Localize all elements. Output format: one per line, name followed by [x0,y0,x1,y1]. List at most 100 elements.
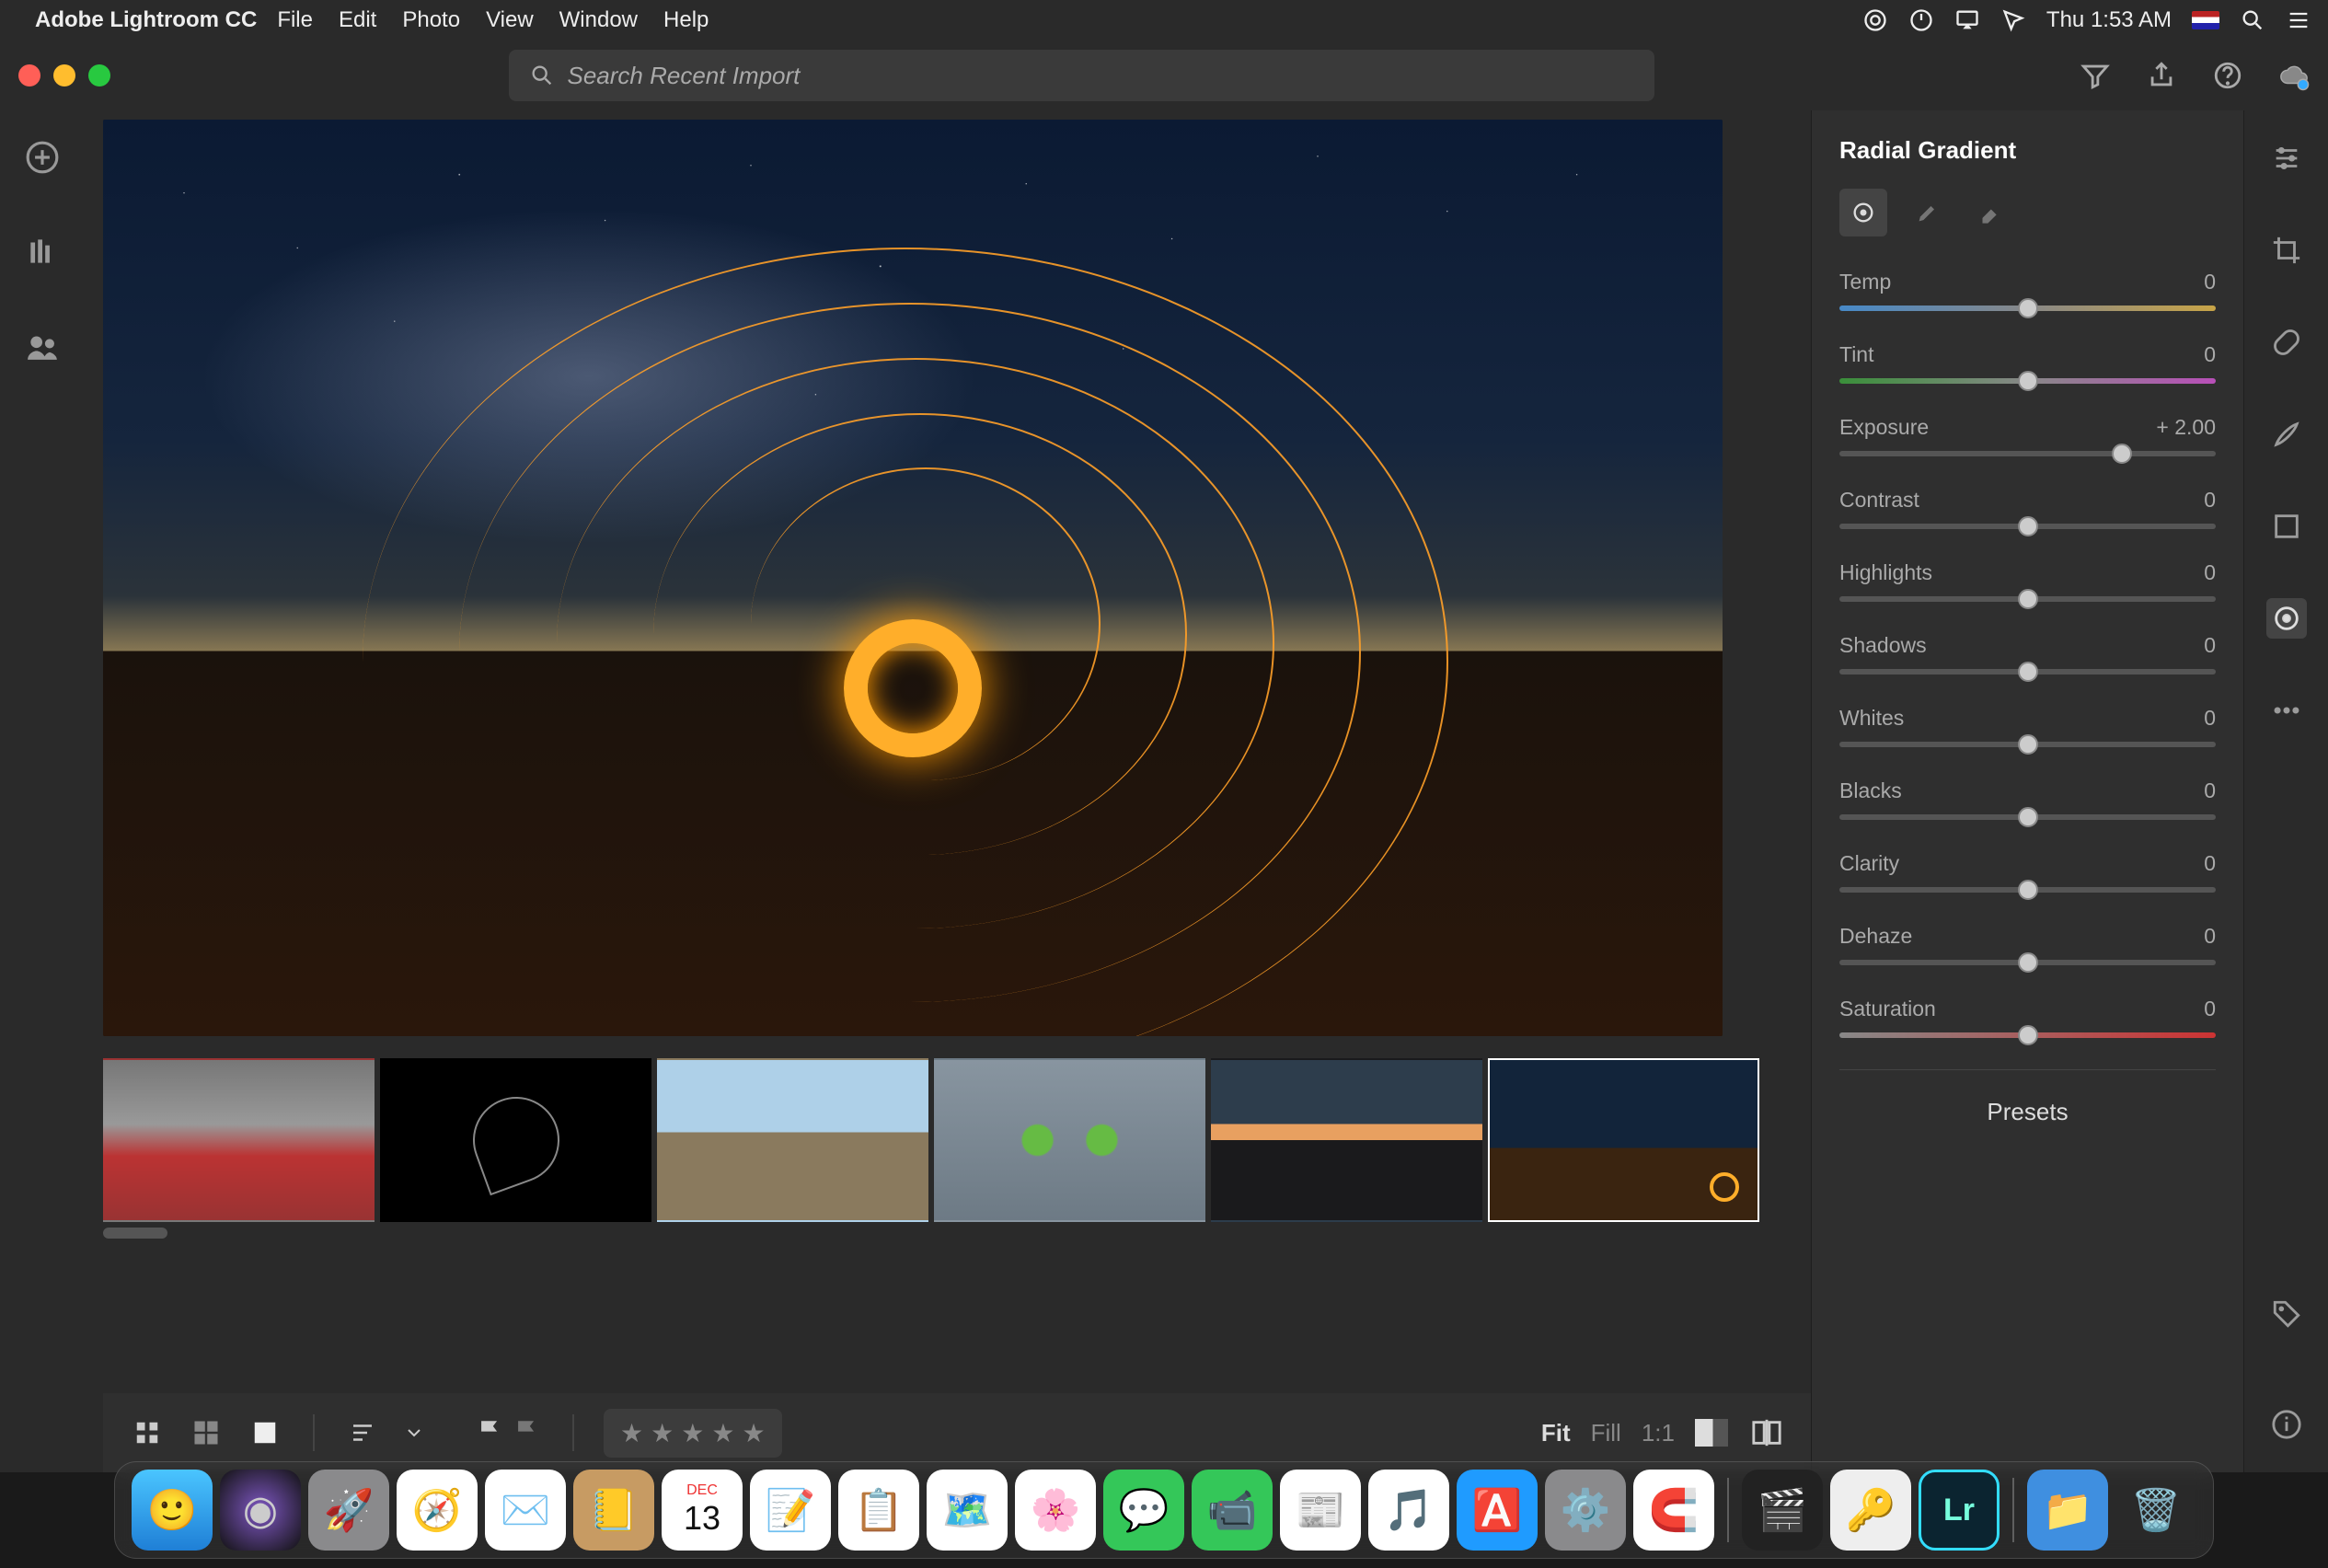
slider-clarity[interactable]: Clarity0 [1839,851,2216,893]
brush-erase-button[interactable] [1968,189,2016,236]
slider-shadows[interactable]: Shadows0 [1839,633,2216,674]
zoom-fit[interactable]: Fit [1541,1419,1571,1447]
minimize-button[interactable] [53,64,75,86]
healing-icon[interactable] [2266,322,2307,363]
menu-edit[interactable]: Edit [339,7,376,33]
slider-contrast[interactable]: Contrast0 [1839,488,2216,529]
slider-blacks[interactable]: Blacks0 [1839,778,2216,820]
star-4-icon[interactable]: ★ [711,1418,734,1448]
grid-large-icon[interactable] [188,1419,225,1447]
info-icon[interactable] [2266,1404,2307,1445]
control-center-icon[interactable] [2286,7,2311,33]
star-1-icon[interactable]: ★ [620,1418,643,1448]
star-3-icon[interactable]: ★ [681,1418,704,1448]
thumbnail-4[interactable] [934,1058,1205,1222]
slider-dehaze[interactable]: Dehaze0 [1839,924,2216,965]
dock-appstore[interactable]: 🅰️ [1457,1470,1538,1551]
thumbnail-2[interactable] [380,1058,651,1222]
my-photos-button[interactable] [23,232,62,271]
flag-pick-icon[interactable] [475,1417,506,1448]
brush-icon[interactable] [2266,414,2307,455]
power-icon[interactable] [1908,7,1934,33]
zoom-1to1[interactable]: 1:1 [1642,1419,1675,1447]
menu-view[interactable]: View [486,7,534,33]
dock-safari[interactable]: 🧭 [397,1470,478,1551]
presets-button[interactable]: Presets [1839,1069,2216,1154]
dock-reminders[interactable]: 📋 [838,1470,919,1551]
dock-itunes[interactable]: 🎵 [1368,1470,1449,1551]
menu-window[interactable]: Window [559,7,638,33]
dock-downloads[interactable]: 📁 [2027,1470,2108,1551]
share-icon[interactable] [2146,60,2177,91]
brush-add-button[interactable] [1904,189,1952,236]
input-flag-icon[interactable] [2192,11,2219,29]
radial-mask-new-button[interactable] [1839,189,1887,236]
dock-news[interactable]: 📰 [1280,1470,1361,1551]
add-photos-button[interactable] [23,138,62,177]
crop-icon[interactable] [2266,230,2307,271]
more-icon[interactable] [2266,690,2307,731]
traffic-lights[interactable] [18,64,110,86]
chevron-down-icon[interactable] [403,1419,425,1447]
sort-icon[interactable] [344,1419,381,1447]
menu-file[interactable]: File [277,7,313,33]
slider-exposure[interactable]: Exposure+ 2.00 [1839,415,2216,456]
dock-mail[interactable]: ✉️ [485,1470,566,1551]
spotlight-icon[interactable] [2240,7,2265,33]
dock-photos[interactable]: 🌸 [1015,1470,1096,1551]
cloud-sync-icon[interactable] [2278,60,2310,91]
single-view-icon[interactable] [247,1419,283,1447]
dock-facetime[interactable]: 📹 [1192,1470,1273,1551]
slider-whites[interactable]: Whites0 [1839,706,2216,747]
thumbnail-5[interactable] [1211,1058,1482,1222]
compare-icon[interactable] [1748,1417,1785,1448]
dock-settings[interactable]: ⚙️ [1545,1470,1626,1551]
dock-messages[interactable]: 💬 [1103,1470,1184,1551]
pointer-icon[interactable] [2000,7,2026,33]
cc-icon[interactable] [1862,7,1888,33]
flag-reject-icon[interactable] [512,1417,543,1448]
show-original-icon[interactable] [1695,1419,1728,1447]
close-button[interactable] [18,64,40,86]
dock-1password[interactable]: 🔑 [1830,1470,1911,1551]
grid-small-icon[interactable] [129,1419,166,1447]
linear-gradient-icon[interactable] [2266,506,2307,547]
star-rating[interactable]: ★ ★ ★ ★ ★ [604,1409,782,1458]
radial-gradient-icon[interactable] [2266,598,2307,639]
thumbnail-6[interactable] [1488,1058,1759,1222]
dock-imovie[interactable]: 🎬 [1742,1470,1823,1551]
search-input[interactable]: Search Recent Import [509,50,1654,101]
airplay-icon[interactable] [1954,7,1980,33]
zoom-fill[interactable]: Fill [1591,1419,1621,1447]
filter-icon[interactable] [2080,60,2111,91]
edit-sliders-icon[interactable] [2266,138,2307,179]
dock-notes[interactable]: 📝 [750,1470,831,1551]
tag-icon[interactable] [2266,1294,2307,1334]
dock-contacts[interactable]: 📒 [573,1470,654,1551]
thumbnail-1[interactable] [103,1058,375,1222]
star-5-icon[interactable]: ★ [742,1418,765,1448]
dock-maps[interactable]: 🗺️ [927,1470,1008,1551]
dock-siri[interactable]: ◉ [220,1470,301,1551]
dock-magnet[interactable]: 🧲 [1633,1470,1714,1551]
slider-highlights[interactable]: Highlights0 [1839,560,2216,602]
slider-tint[interactable]: Tint0 [1839,342,2216,384]
dock-trash[interactable]: 🗑️ [2115,1470,2196,1551]
image-viewer[interactable] [103,120,1723,1036]
slider-temp[interactable]: Temp0 [1839,270,2216,311]
dock-calendar[interactable]: DEC13 [662,1470,743,1551]
menu-photo[interactable]: Photo [402,7,460,33]
menu-help[interactable]: Help [663,7,709,33]
thumbnail-3[interactable] [657,1058,928,1222]
help-icon[interactable] [2212,60,2243,91]
dock-launchpad[interactable]: 🚀 [308,1470,389,1551]
zoom-button[interactable] [88,64,110,86]
sharing-button[interactable] [23,326,62,364]
slider-saturation[interactable]: Saturation0 [1839,997,2216,1038]
app-name[interactable]: Adobe Lightroom CC [35,7,257,33]
dock-finder[interactable]: 🙂 [132,1470,213,1551]
menubar-clock[interactable]: Thu 1:53 AM [2046,7,2172,33]
star-2-icon[interactable]: ★ [651,1418,674,1448]
filmstrip-scrollbar[interactable] [103,1228,167,1239]
dock-lightroom[interactable]: Lr [1919,1470,2000,1551]
